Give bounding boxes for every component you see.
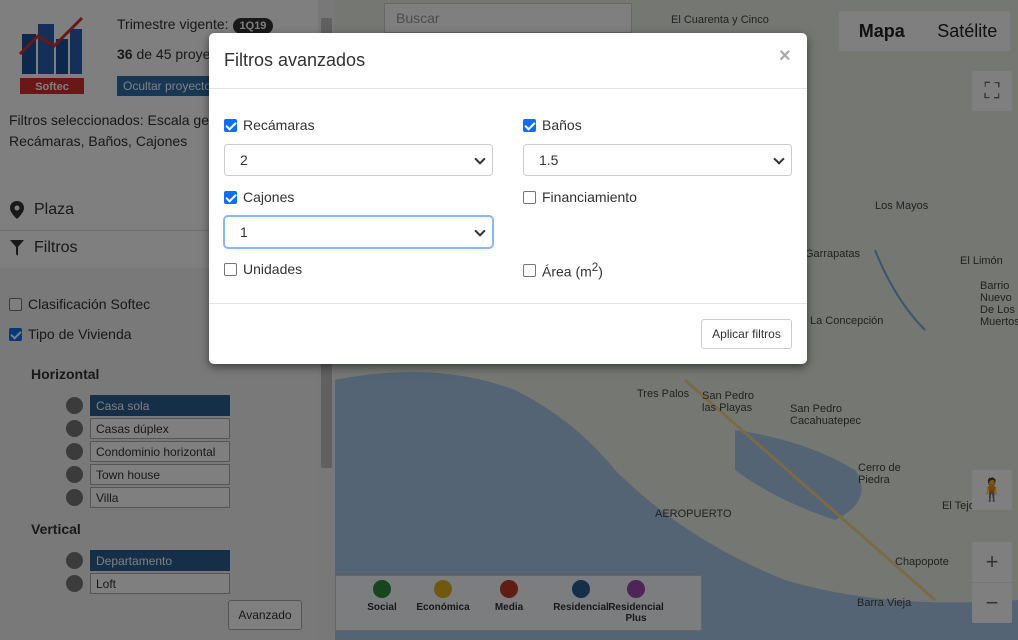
chevron-down-icon [474,153,486,165]
cajones-select[interactable]: 1 [224,216,493,248]
chevron-down-icon [474,225,486,237]
area-checkbox[interactable]: Área (m2) [523,261,603,280]
modal-footer [209,303,807,304]
unidades-checkbox[interactable]: Unidades [224,261,302,277]
modal-header: Filtros avanzados × [209,33,807,89]
recamaras-select[interactable]: 2 [224,144,493,176]
banos-select[interactable]: 1.5 [523,144,792,176]
cajones-checkbox[interactable]: Cajones [224,189,294,205]
chevron-down-icon [773,153,785,165]
modal-title: Filtros avanzados [224,50,366,70]
financiamiento-checkbox[interactable]: Financiamiento [523,189,637,205]
banos-checkbox[interactable]: Baños [523,117,582,133]
close-icon[interactable]: × [779,45,791,68]
apply-filters-button[interactable]: Aplicar filtros [701,319,792,349]
recamaras-checkbox[interactable]: Recámaras [224,117,315,133]
advanced-filters-modal: Filtros avanzados × Recámaras 2 Baños 1.… [209,33,807,364]
